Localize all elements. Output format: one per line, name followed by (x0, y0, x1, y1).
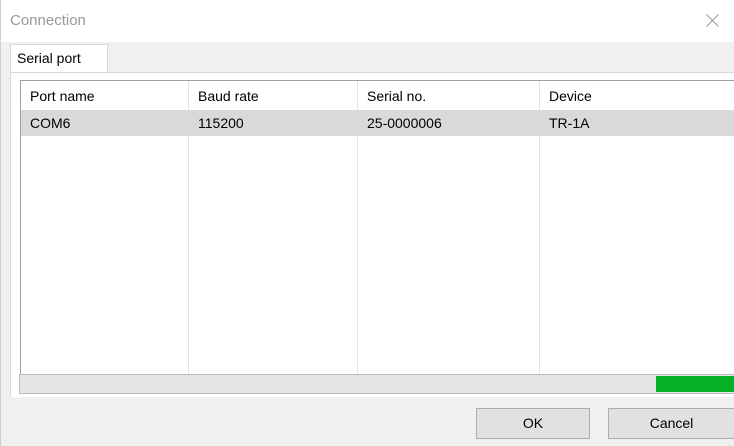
column-header-serial-no[interactable]: Serial no. (367, 83, 426, 109)
tab-strip: Serial port (10, 42, 734, 73)
ok-button[interactable]: OK (476, 408, 590, 439)
cell-port-name: COM6 (30, 115, 71, 131)
close-button[interactable] (689, 0, 734, 42)
window-title: Connection (10, 12, 86, 29)
cancel-button[interactable]: Cancel (608, 408, 734, 439)
tab-serial-port[interactable]: Serial port (10, 44, 108, 73)
progress-fill (656, 376, 734, 392)
column-header-device[interactable]: Device (549, 83, 592, 109)
progress-bar (19, 374, 734, 394)
table-row[interactable]: COM6 115200 25-0000006 TR-1A (21, 110, 734, 136)
column-header-baud-rate[interactable]: Baud rate (198, 83, 259, 109)
table-header: Port name Baud rate Serial no. Device (21, 83, 734, 109)
title-bar: Connection (1, 0, 734, 42)
dialog-footer: OK Cancel (1, 398, 734, 446)
tab-page-serial-port: Port name Baud rate Serial no. Device CO… (10, 72, 734, 397)
column-header-port-name[interactable]: Port name (30, 83, 95, 109)
port-list[interactable]: Port name Baud rate Serial no. Device CO… (20, 80, 734, 374)
connection-dialog: Connection Serial port Port name Baud ra… (0, 0, 734, 446)
cell-serial-no: 25-0000006 (367, 115, 442, 131)
close-icon (706, 14, 719, 27)
cell-device: TR-1A (549, 115, 590, 131)
cell-baud-rate: 115200 (198, 115, 244, 131)
